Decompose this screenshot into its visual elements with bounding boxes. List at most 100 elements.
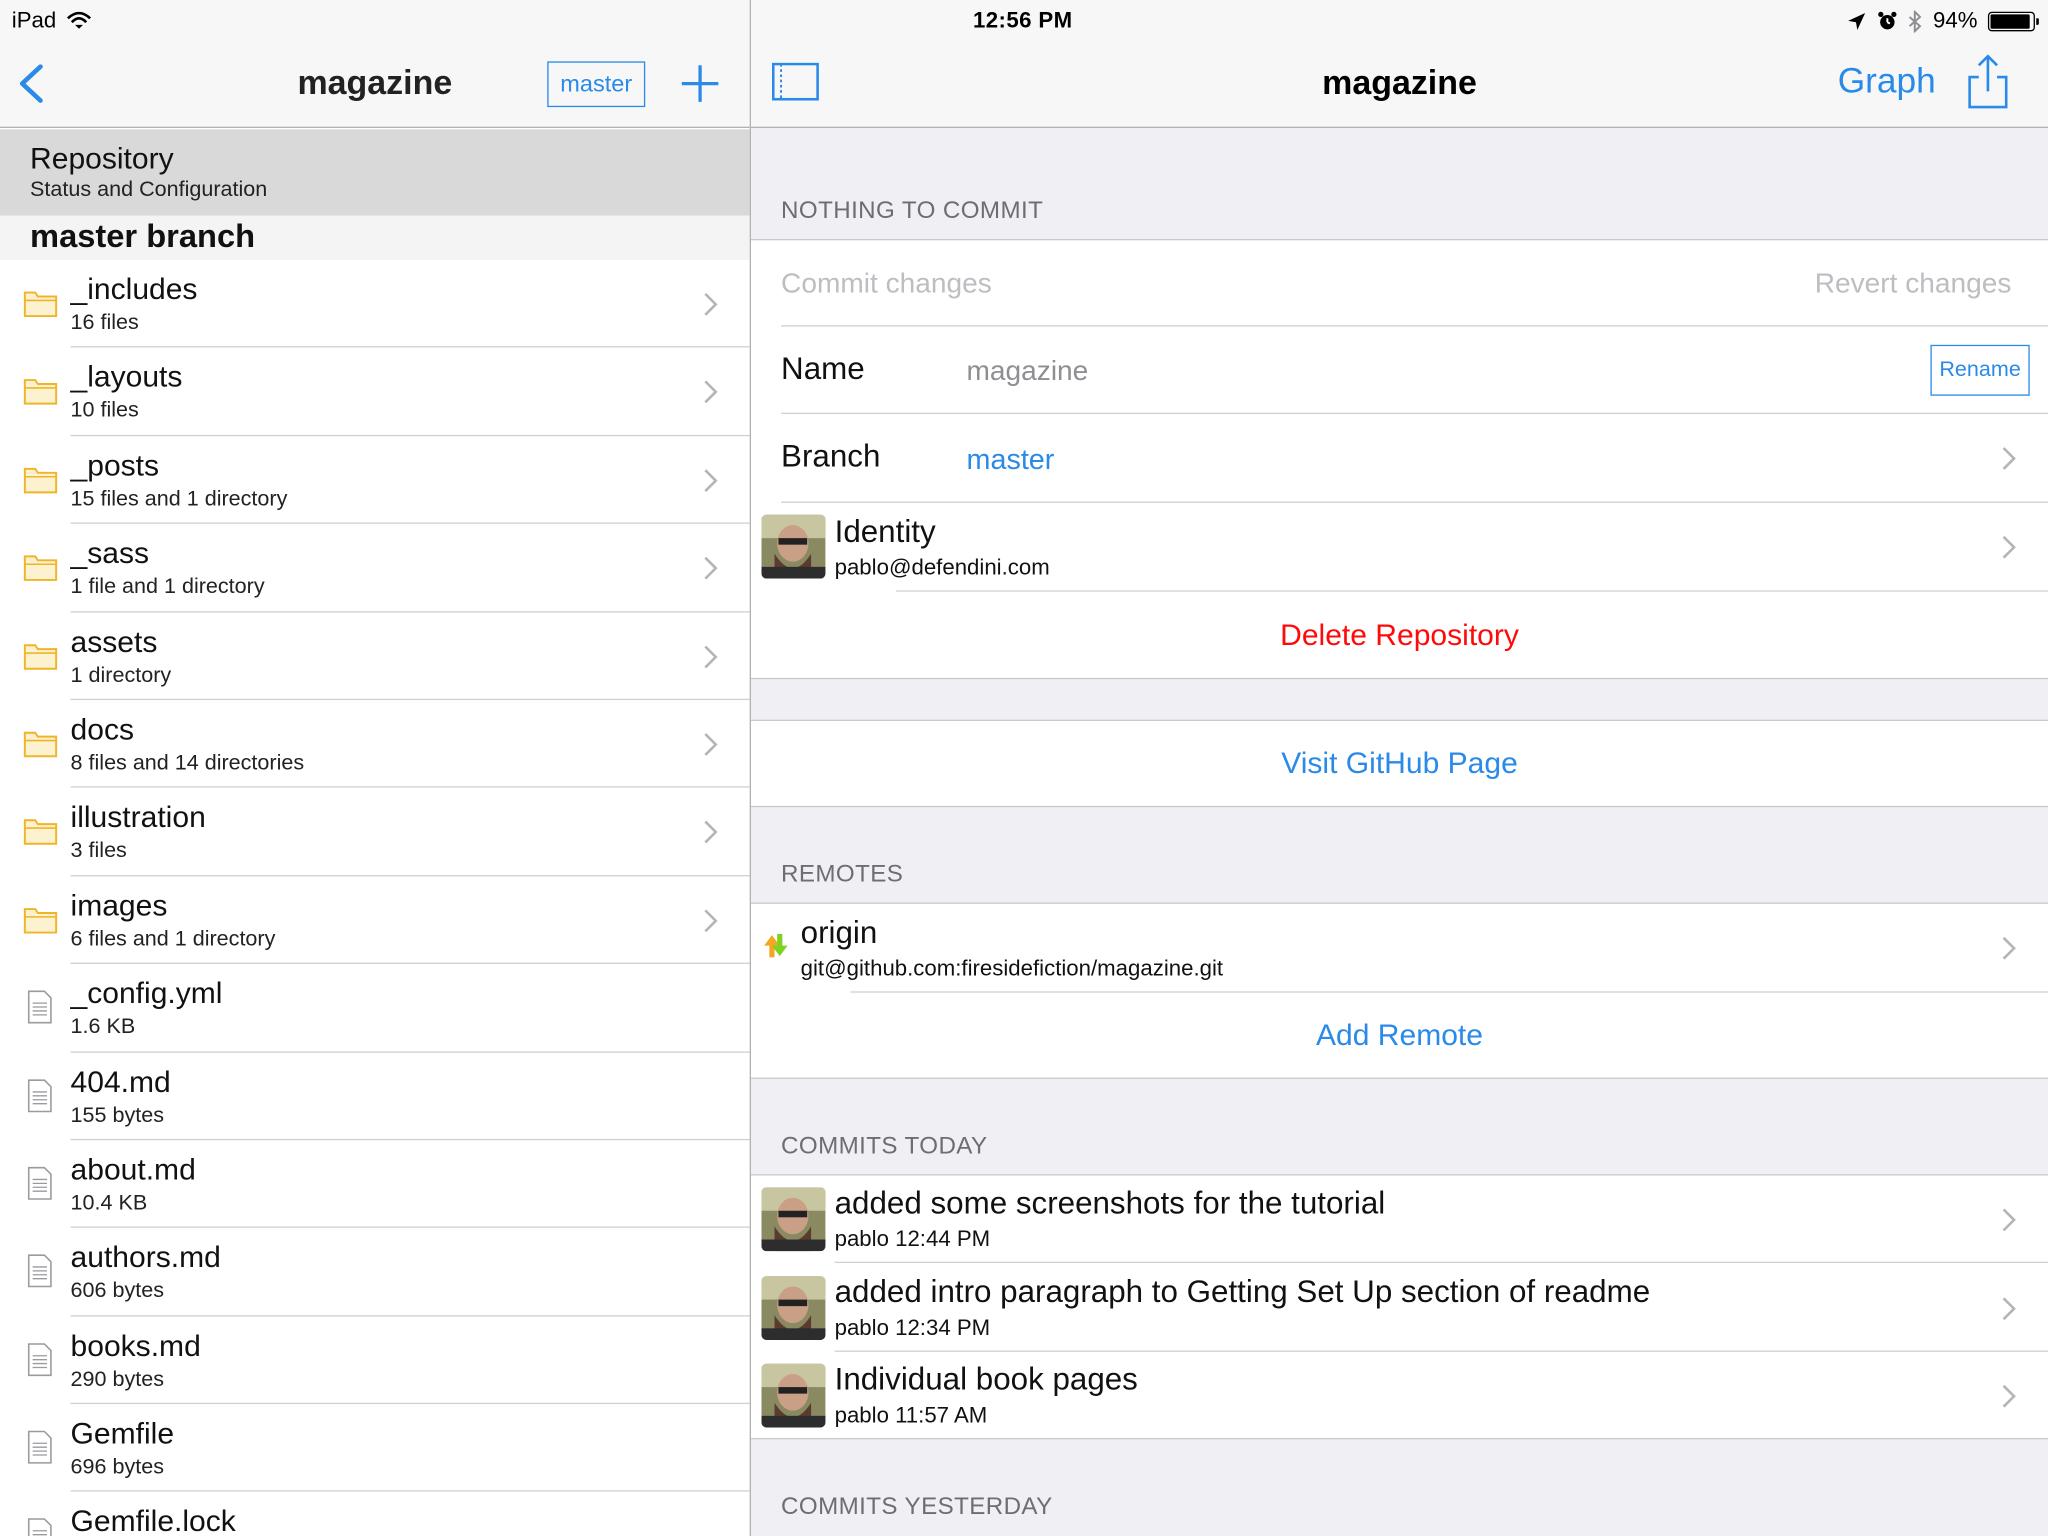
chevron-right-icon bbox=[2002, 936, 2016, 960]
file-detail: 290 bytes bbox=[70, 1367, 164, 1391]
chevron-right-icon bbox=[704, 909, 718, 932]
commit-message: Individual book pages bbox=[834, 1362, 1138, 1398]
file-row[interactable]: 404.md 155 bytes bbox=[0, 1052, 750, 1141]
repository-row-title: Repository bbox=[30, 141, 174, 176]
file-row[interactable]: images 6 files and 1 directory bbox=[0, 876, 750, 965]
file-detail: 10.4 KB bbox=[70, 1191, 148, 1215]
visit-github-page-button[interactable]: Visit GitHub Page bbox=[751, 746, 2048, 781]
add-remote-button[interactable]: Add Remote bbox=[751, 1017, 2048, 1052]
sidebar-toggle-icon[interactable] bbox=[771, 62, 819, 101]
chevron-right-icon bbox=[704, 557, 718, 580]
file-name: _config.yml bbox=[70, 975, 223, 1010]
file-name: illustration bbox=[70, 799, 206, 834]
commit-changes-button[interactable]: Commit changes bbox=[781, 268, 992, 301]
status-section-label: NOTHING TO COMMIT bbox=[781, 195, 1044, 224]
branch-row[interactable]: Branch master bbox=[751, 414, 2048, 502]
chevron-right-icon bbox=[2002, 1384, 2016, 1408]
file-detail: 8 files and 14 directories bbox=[70, 750, 305, 775]
add-plus-icon[interactable] bbox=[679, 63, 721, 105]
chevron-right-icon bbox=[704, 645, 718, 668]
file-row[interactable]: _posts 15 files and 1 directory bbox=[0, 436, 750, 524]
identity-row[interactable]: Identity pablo@defendini.com bbox=[751, 503, 2048, 591]
folder-icon bbox=[23, 731, 58, 758]
document-icon bbox=[27, 1254, 52, 1288]
user-avatar bbox=[761, 1187, 826, 1252]
commit-meta: pablo 12:34 PM bbox=[834, 1314, 991, 1340]
file-detail: 696 bytes bbox=[70, 1455, 164, 1479]
file-name: _sass bbox=[70, 535, 150, 570]
document-icon bbox=[27, 1518, 52, 1536]
document-icon bbox=[27, 990, 52, 1024]
row-separator bbox=[781, 325, 2048, 327]
repository-detail-pane: magazine Graph NOTHING TO COMMIT Commit … bbox=[751, 0, 2048, 1536]
file-row[interactable]: authors.md 606 bytes bbox=[0, 1228, 750, 1317]
file-row[interactable]: _layouts 10 files bbox=[0, 348, 750, 436]
commit-row[interactable]: added some screenshots for the tutorial p… bbox=[751, 1176, 2048, 1264]
folder-icon bbox=[23, 379, 58, 406]
file-detail: 15 files and 1 directory bbox=[70, 486, 288, 511]
chevron-right-icon bbox=[704, 292, 718, 316]
file-row[interactable]: docs 8 files and 14 directories bbox=[0, 700, 750, 789]
file-row[interactable]: _config.yml 1.6 KB bbox=[0, 964, 750, 1053]
repository-status-row[interactable]: Repository Status and Configuration bbox=[0, 129, 750, 216]
file-row[interactable]: Gemfile 696 bytes bbox=[0, 1404, 750, 1493]
file-name: _includes bbox=[70, 271, 198, 306]
commit-meta: pablo 11:57 AM bbox=[834, 1402, 988, 1428]
battery-percent: 94% bbox=[1933, 7, 1978, 33]
alarm-icon bbox=[1878, 11, 1897, 30]
file-row[interactable]: _includes 16 files bbox=[0, 260, 750, 348]
status-left: iPad bbox=[12, 8, 92, 34]
file-detail: 6 files and 1 directory bbox=[70, 926, 276, 951]
chevron-right-icon bbox=[704, 380, 718, 404]
battery-icon bbox=[1987, 11, 2039, 31]
folder-icon bbox=[23, 907, 58, 934]
graph-button[interactable]: Graph bbox=[1838, 61, 1936, 101]
user-avatar bbox=[761, 1363, 826, 1428]
file-name: _posts bbox=[70, 447, 160, 482]
commits-today-label: COMMITS TODAY bbox=[781, 1131, 988, 1159]
name-label: Name bbox=[781, 351, 865, 387]
location-icon bbox=[1848, 12, 1866, 30]
file-row[interactable]: illustration 3 files bbox=[0, 788, 750, 877]
remote-row-origin[interactable]: origin git@github.com:firesidefiction/ma… bbox=[751, 904, 2048, 992]
back-chevron-icon[interactable] bbox=[16, 63, 47, 105]
chevron-right-icon bbox=[2002, 1208, 2016, 1232]
file-row[interactable]: Gemfile.lock bbox=[0, 1492, 750, 1536]
commit-row[interactable]: added intro paragraph to Getting Set Up … bbox=[751, 1264, 2048, 1352]
branch-section-header: master branch bbox=[0, 215, 750, 260]
document-icon bbox=[27, 1078, 52, 1112]
row-separator bbox=[850, 991, 2048, 993]
file-detail: 155 bytes bbox=[70, 1103, 164, 1127]
revert-changes-button[interactable]: Revert changes bbox=[1815, 268, 2012, 301]
repository-row-subtitle: Status and Configuration bbox=[30, 177, 268, 202]
chevron-right-icon bbox=[704, 468, 718, 492]
status-bar: iPad 12:56 PM 94% bbox=[0, 0, 2048, 42]
file-row[interactable]: assets 1 directory bbox=[0, 612, 750, 701]
commit-message: added some screenshots for the tutorial bbox=[834, 1185, 1386, 1222]
ipad-screen: magazine master Repository Status and Co… bbox=[0, 0, 2048, 1536]
file-row[interactable]: _sass 1 file and 1 directory bbox=[0, 524, 750, 612]
file-browser-pane: magazine master Repository Status and Co… bbox=[0, 0, 750, 1536]
commit-row[interactable]: Individual book pages pablo 11:57 AM bbox=[751, 1352, 2048, 1440]
file-name: books.md bbox=[70, 1327, 201, 1362]
branch-selector-button[interactable]: master bbox=[547, 61, 646, 108]
document-icon bbox=[27, 1342, 52, 1376]
file-row[interactable]: books.md 290 bytes bbox=[0, 1316, 750, 1405]
folder-icon bbox=[23, 467, 58, 494]
device-name: iPad bbox=[11, 7, 57, 33]
folder-icon bbox=[23, 819, 58, 846]
commit-meta: pablo 12:44 PM bbox=[834, 1226, 991, 1252]
file-detail: 606 bytes bbox=[70, 1279, 164, 1303]
delete-repository-button[interactable]: Delete Repository bbox=[751, 618, 2048, 653]
file-row[interactable]: about.md 10.4 KB bbox=[0, 1140, 750, 1229]
file-detail: 1 directory bbox=[70, 662, 172, 687]
file-name: authors.md bbox=[70, 1239, 221, 1274]
file-detail: 1 file and 1 directory bbox=[70, 574, 265, 599]
remote-name: origin bbox=[800, 915, 878, 951]
sync-arrows-icon bbox=[764, 933, 788, 958]
share-icon[interactable] bbox=[1967, 52, 2009, 109]
battery-level-fill bbox=[1990, 13, 2030, 29]
file-name: 404.md bbox=[70, 1063, 171, 1098]
file-name: _layouts bbox=[70, 359, 183, 394]
rename-button[interactable]: Rename bbox=[1930, 344, 2030, 396]
